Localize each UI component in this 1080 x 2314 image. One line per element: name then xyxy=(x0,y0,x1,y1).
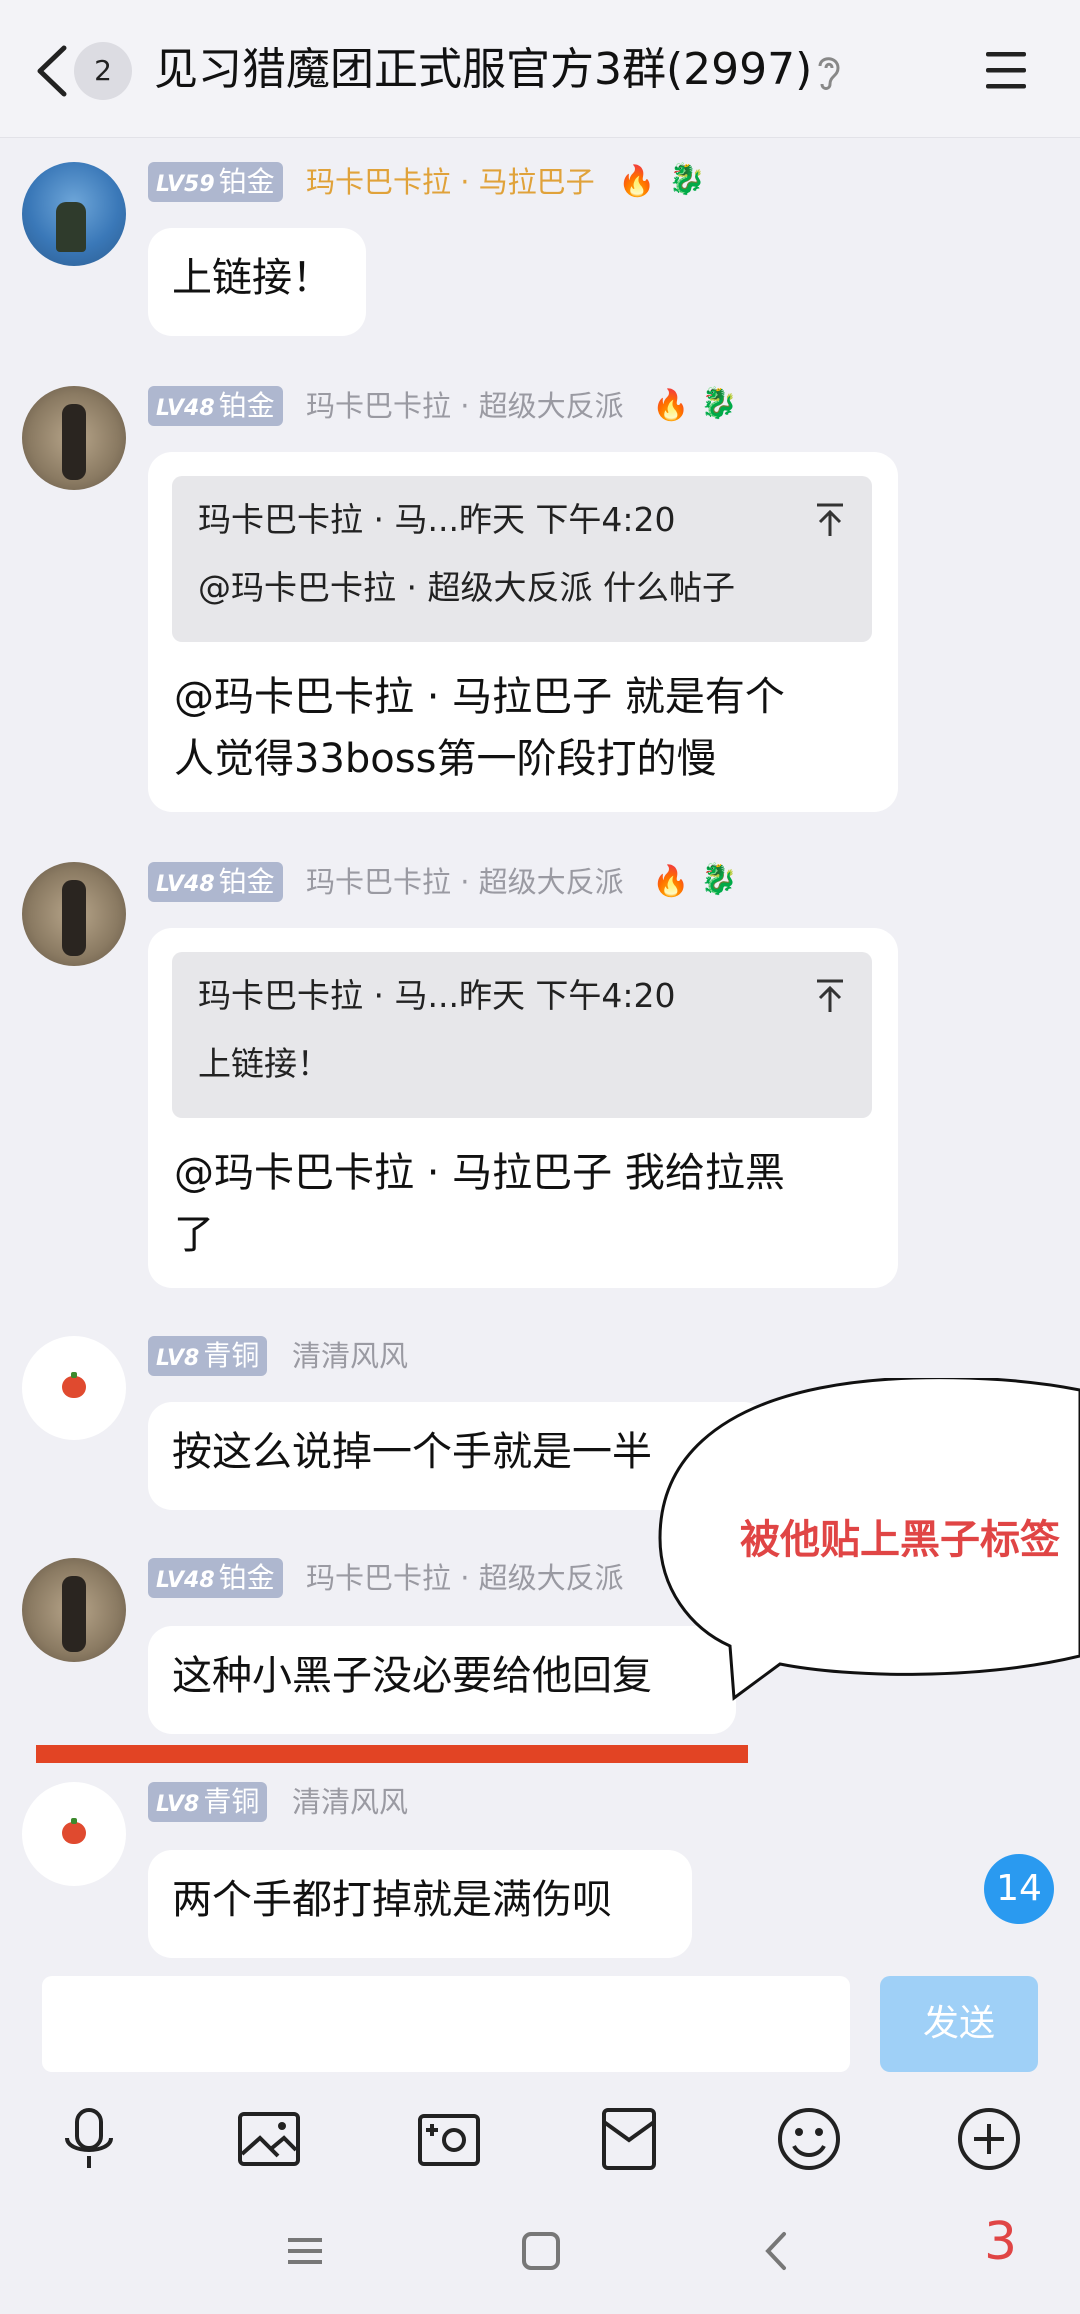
pet-icon: 🐉 xyxy=(700,862,738,897)
level-badge: LV48 铂金 xyxy=(148,386,283,426)
avatar[interactable] xyxy=(22,162,126,266)
sender-name[interactable]: 玛卡巴卡拉 · 超级大反派 xyxy=(306,1558,624,1598)
image-icon[interactable] xyxy=(234,2104,304,2174)
unread-count-badge[interactable]: 2 xyxy=(74,42,132,100)
sender-name[interactable]: 清清风风 xyxy=(292,1336,408,1376)
menu-icon[interactable] xyxy=(982,48,1030,92)
level-badge: LV48 铂金 xyxy=(148,862,283,902)
back-icon[interactable] xyxy=(752,2226,802,2276)
message-bubble[interactable]: 这种小黑子没必要给他回复 xyxy=(148,1626,736,1734)
message-input[interactable] xyxy=(42,1976,850,2072)
back-arrow-icon[interactable] xyxy=(30,44,76,98)
message-text-line: @玛卡巴卡拉 · 马拉巴子 就是有个 xyxy=(174,674,785,720)
avatar[interactable] xyxy=(22,1336,126,1440)
page-title: 见习猎魔团正式服官方3群(2997) xyxy=(154,44,813,95)
message-text: 按这么说掉一个手就是一半 xyxy=(172,1429,652,1475)
avatar[interactable] xyxy=(22,862,126,966)
red-packet-icon[interactable] xyxy=(594,2104,664,2174)
message-text: 上链接！ xyxy=(172,255,332,301)
message-text-line: 了 xyxy=(174,1212,214,1258)
quote-body: @玛卡巴卡拉 · 超级大反派 什么帖子 xyxy=(198,568,735,607)
pet-icon: 🐉 xyxy=(700,386,738,421)
send-button[interactable]: 发送 xyxy=(880,1976,1038,2072)
sender-name[interactable]: 玛卡巴卡拉 · 超级大反派 xyxy=(306,386,624,426)
fire-icon: 🔥 xyxy=(652,864,690,899)
fire-icon: 🔥 xyxy=(652,388,690,423)
camera-icon[interactable] xyxy=(414,2104,484,2174)
level-badge: LV48 铂金 xyxy=(148,1558,283,1598)
fire-icon: 🔥 xyxy=(618,164,656,199)
level-badge: LV59 铂金 xyxy=(148,162,283,202)
avatar[interactable] xyxy=(22,386,126,490)
message-text: 这种小黑子没必要给他回复 xyxy=(172,1653,652,1699)
recent-apps-icon[interactable] xyxy=(280,2226,330,2276)
message-bubble[interactable]: 上链接！ xyxy=(148,228,366,336)
message-bubble[interactable]: 玛卡巴卡拉 · 马...昨天 下午4:20 @玛卡巴卡拉 · 超级大反派 什么帖… xyxy=(148,452,898,812)
avatar[interactable] xyxy=(22,1782,126,1886)
home-icon[interactable] xyxy=(516,2226,566,2276)
jump-to-top-icon[interactable] xyxy=(814,978,846,1014)
annotation-text: 被他贴上黑子标签 xyxy=(740,1517,1060,1563)
sender-name[interactable]: 玛卡巴卡拉 · 超级大反派 xyxy=(306,862,624,902)
quote-body: 上链接！ xyxy=(198,1044,330,1083)
quoted-message[interactable]: 玛卡巴卡拉 · 马...昨天 下午4:20 @玛卡巴卡拉 · 超级大反派 什么帖… xyxy=(172,476,872,642)
jump-to-top-icon[interactable] xyxy=(814,502,846,538)
level-badge: LV8 青铜 xyxy=(148,1782,268,1822)
message-bubble[interactable]: 两个手都打掉就是满伤呗 xyxy=(148,1850,692,1958)
quote-header: 玛卡巴卡拉 · 马...昨天 下午4:20 xyxy=(198,976,676,1015)
message-text-line: @玛卡巴卡拉 · 马拉巴子 我给拉黑 xyxy=(174,1150,785,1196)
highlight-underline xyxy=(36,1745,748,1763)
quote-header: 玛卡巴卡拉 · 马...昨天 下午4:20 xyxy=(198,500,676,539)
message-text: 两个手都打掉就是满伤呗 xyxy=(172,1877,612,1923)
pet-icon: 🐉 xyxy=(668,162,706,197)
quoted-message[interactable]: 玛卡巴卡拉 · 马...昨天 下午4:20 上链接！ xyxy=(172,952,872,1118)
avatar[interactable] xyxy=(22,1558,126,1662)
chat-header: 2 见习猎魔团正式服官方3群(2997) xyxy=(0,0,1080,138)
ear-icon xyxy=(818,57,840,90)
sender-name[interactable]: 玛卡巴卡拉 · 马拉巴子 xyxy=(306,162,595,202)
message-bubble[interactable]: 玛卡巴卡拉 · 马...昨天 下午4:20 上链接！ @玛卡巴卡拉 · 马拉巴子… xyxy=(148,928,898,1288)
sender-name[interactable]: 清清风风 xyxy=(292,1782,408,1822)
microphone-icon[interactable] xyxy=(54,2104,124,2174)
emoji-icon[interactable] xyxy=(774,2104,844,2174)
message-text-line: 人觉得33boss第一阶段打的慢 xyxy=(174,736,717,782)
plus-icon[interactable] xyxy=(954,2104,1024,2174)
page-number: 3 xyxy=(984,2212,1018,2272)
level-badge: LV8 青铜 xyxy=(148,1336,268,1376)
new-messages-badge[interactable]: 14 xyxy=(984,1854,1054,1924)
